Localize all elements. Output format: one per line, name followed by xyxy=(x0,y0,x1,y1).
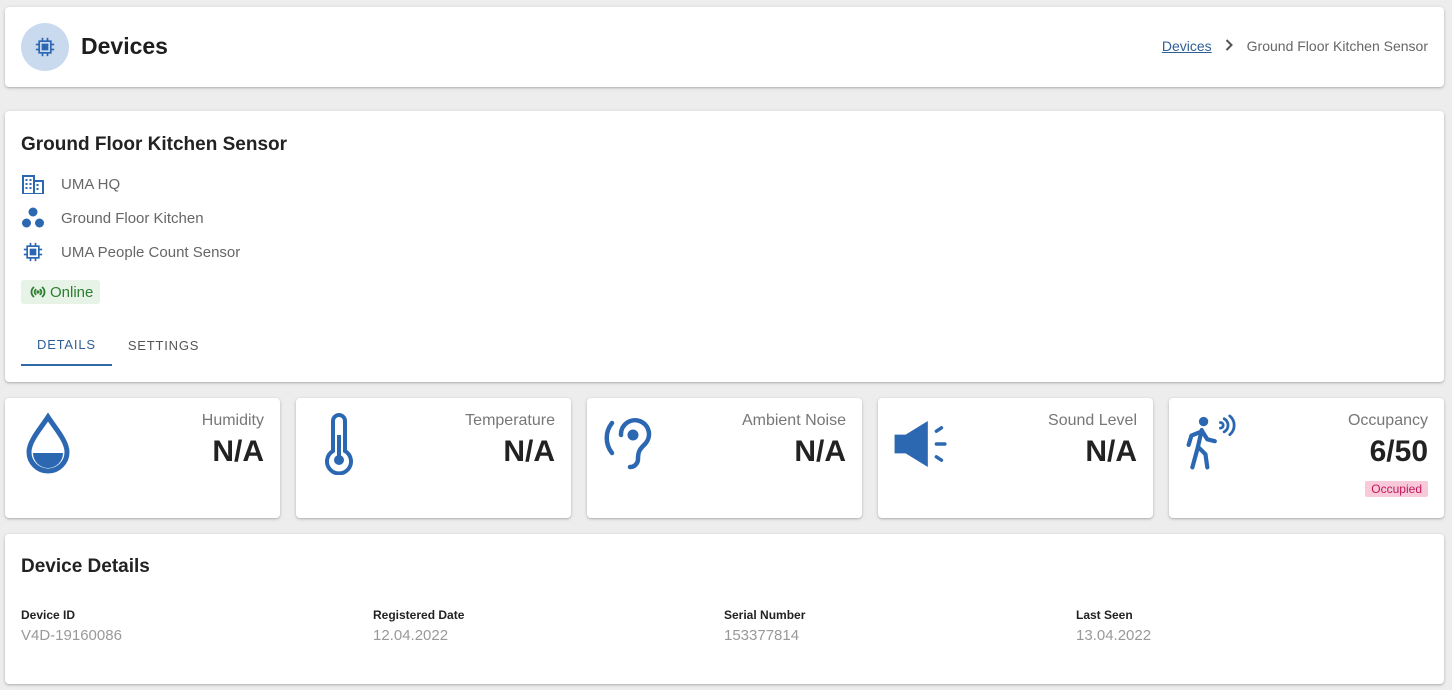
metric-card-sound-level: Sound Level N/A xyxy=(878,398,1153,518)
metric-label: Occupancy xyxy=(1347,412,1428,429)
metric-card-humidity: Humidity N/A xyxy=(5,398,280,518)
metric-label: Humidity xyxy=(201,412,264,429)
detail-label: Last Seen xyxy=(1076,608,1133,622)
status-text: Online xyxy=(50,283,94,301)
device-zone: Ground Floor Kitchen xyxy=(61,209,204,227)
page-title: Devices xyxy=(81,33,168,59)
metric-value: N/A xyxy=(1085,435,1137,468)
detail-value: V4D-19160086 xyxy=(21,627,122,644)
header-avatar xyxy=(21,23,69,71)
device-zone-row: Ground Floor Kitchen xyxy=(21,206,204,230)
detail-device-id: Device ID V4D-19160086 xyxy=(21,608,122,644)
breadcrumb: Devices Ground Floor Kitchen Sensor xyxy=(1162,38,1428,54)
chip-icon xyxy=(35,37,55,57)
ear-icon xyxy=(601,412,659,476)
detail-value: 12.04.2022 xyxy=(373,627,449,644)
detail-label: Registered Date xyxy=(373,608,465,622)
detail-label: Serial Number xyxy=(724,608,806,622)
detail-value: 153377814 xyxy=(724,627,800,644)
speaker-icon xyxy=(892,412,950,476)
occupied-badge: Occupied xyxy=(1365,481,1428,497)
chip-icon xyxy=(21,240,45,264)
detail-label: Device ID xyxy=(21,608,76,622)
group-dots-icon xyxy=(21,206,45,230)
metric-card-ambient-noise: Ambient Noise N/A xyxy=(587,398,862,518)
device-name: Ground Floor Kitchen Sensor xyxy=(21,134,288,155)
water-drop-icon xyxy=(19,412,77,476)
device-building-row: UMA HQ xyxy=(21,172,120,196)
detail-registered-date: Registered Date 12.04.2022 xyxy=(373,608,464,644)
metric-label: Ambient Noise xyxy=(741,412,846,429)
metric-value: N/A xyxy=(503,435,555,468)
tab-settings[interactable]: SETTINGS xyxy=(112,324,215,366)
tab-bar: DETAILS SETTINGS xyxy=(21,324,215,366)
metric-label: Temperature xyxy=(465,412,555,429)
tab-details[interactable]: DETAILS xyxy=(21,324,112,366)
metric-card-occupancy: Occupancy 6/50 Occupied xyxy=(1169,398,1444,518)
device-type: UMA People Count Sensor xyxy=(61,243,241,261)
details-title: Device Details xyxy=(21,556,150,577)
device-details-card: Device Details Device ID V4D-19160086 Re… xyxy=(5,534,1444,684)
detail-serial-number: Serial Number 153377814 xyxy=(724,608,805,644)
device-building: UMA HQ xyxy=(61,175,121,193)
metric-value: N/A xyxy=(794,435,846,468)
breadcrumb-devices-link[interactable]: Devices xyxy=(1162,38,1212,54)
page-header: Devices Devices Ground Floor Kitchen Sen… xyxy=(5,7,1444,87)
device-info-card: Ground Floor Kitchen Sensor UMA HQ Groun… xyxy=(5,111,1444,382)
thermometer-icon xyxy=(310,412,368,476)
metric-label: Sound Level xyxy=(1048,412,1137,429)
breadcrumb-current: Ground Floor Kitchen Sensor xyxy=(1246,38,1428,54)
device-type-row: UMA People Count Sensor xyxy=(21,240,240,264)
detail-last-seen: Last Seen 13.04.2022 xyxy=(1076,608,1151,644)
metric-card-temperature: Temperature N/A xyxy=(296,398,571,518)
chevron-right-icon xyxy=(1225,38,1233,54)
building-icon xyxy=(21,172,45,196)
status-badge: Online xyxy=(21,280,101,304)
detail-value: 13.04.2022 xyxy=(1076,627,1152,644)
signal-broadcast-icon xyxy=(30,286,46,298)
metric-value: 6/50 xyxy=(1369,435,1428,468)
person-walking-sensor-icon xyxy=(1183,412,1241,476)
metric-value: N/A xyxy=(212,435,264,468)
